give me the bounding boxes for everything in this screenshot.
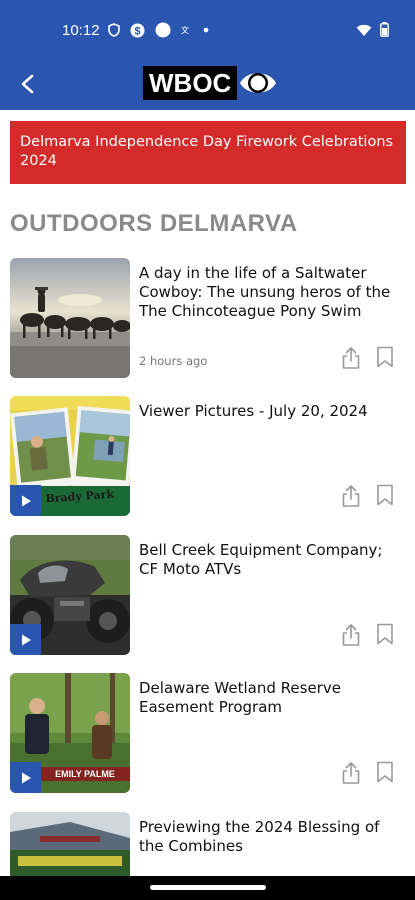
home-gesture-handle[interactable] xyxy=(150,885,266,890)
list-item[interactable]: Bell Creek Equipment Company; CF Moto AT… xyxy=(0,533,415,657)
article-headline[interactable]: A day in the life of a Saltwater Cowboy:… xyxy=(139,264,401,321)
share-icon xyxy=(342,485,360,507)
article-timestamp: 2 hours ago xyxy=(139,354,208,368)
cbs-eye-icon xyxy=(240,73,277,93)
translate-icon: 文 xyxy=(181,24,193,36)
play-icon xyxy=(21,495,31,506)
bookmark-button[interactable] xyxy=(376,484,396,508)
app-bar: WBOC xyxy=(0,58,415,110)
list-item[interactable]: Previewing the 2024 Blessing of the Comb… xyxy=(0,810,415,878)
bookmark-icon xyxy=(377,623,393,645)
alert-banner[interactable]: Delmarva Independence Day Firework Celeb… xyxy=(10,121,406,184)
status-time: 10:12 xyxy=(62,22,100,39)
list-item[interactable]: EMILY PALME Delaware Wetland Reserve Eas… xyxy=(0,671,415,795)
share-button[interactable] xyxy=(341,484,363,508)
article-thumbnail[interactable] xyxy=(10,258,130,378)
status-left-icons: $ 文 xyxy=(108,22,209,38)
section-title: OUTDOORS DELMARVA xyxy=(10,210,298,237)
dot-filled-icon xyxy=(155,22,171,38)
bookmark-button[interactable] xyxy=(376,761,396,785)
small-dot-icon xyxy=(203,27,209,33)
play-icon xyxy=(21,634,31,645)
play-button[interactable] xyxy=(10,485,41,516)
share-icon xyxy=(342,762,360,784)
share-button[interactable] xyxy=(341,623,363,647)
article-headline[interactable]: Viewer Pictures - July 20, 2024 xyxy=(139,402,401,421)
wboc-logo: WBOC xyxy=(143,64,277,102)
wifi-icon xyxy=(356,22,372,41)
bookmark-icon xyxy=(377,484,393,506)
status-bar: 10:12 $ 文 xyxy=(0,0,415,58)
article-headline[interactable]: Bell Creek Equipment Company; CF Moto AT… xyxy=(139,541,401,579)
list-item[interactable]: Brady Park Viewer Pictures - July 20, 20… xyxy=(0,394,415,518)
system-nav-bar xyxy=(0,876,415,900)
share-icon xyxy=(342,624,360,646)
article-thumbnail[interactable] xyxy=(10,812,130,878)
status-right-icons xyxy=(356,22,389,41)
article-thumbnail[interactable]: EMILY PALME xyxy=(10,673,130,793)
article-thumbnail[interactable]: Brady Park xyxy=(10,396,130,516)
bookmark-button[interactable] xyxy=(376,346,396,370)
svg-text:文: 文 xyxy=(181,25,189,35)
bookmark-icon xyxy=(377,346,393,368)
share-button[interactable] xyxy=(341,761,363,785)
play-button[interactable] xyxy=(10,624,41,655)
article-headline[interactable]: Delaware Wetland Reserve Easement Progra… xyxy=(139,679,401,717)
share-icon xyxy=(342,347,360,369)
article-thumbnail[interactable] xyxy=(10,535,130,655)
battery-icon xyxy=(380,22,389,41)
svg-text:$: $ xyxy=(134,25,140,37)
article-headline[interactable]: Previewing the 2024 Blessing of the Comb… xyxy=(139,818,401,856)
share-button[interactable] xyxy=(341,346,363,370)
dollar-circle-icon: $ xyxy=(130,23,145,38)
back-arrow-icon xyxy=(21,74,34,94)
play-button[interactable] xyxy=(10,762,41,793)
bookmark-icon xyxy=(377,761,393,783)
play-icon xyxy=(21,772,31,783)
list-item[interactable]: A day in the life of a Saltwater Cowboy:… xyxy=(0,256,415,380)
back-button[interactable] xyxy=(12,68,44,100)
thumbnail-caption: EMILY PALME xyxy=(55,769,115,779)
shield-icon xyxy=(108,23,120,37)
logo-wordmark: WBOC xyxy=(143,66,238,100)
bookmark-button[interactable] xyxy=(376,623,396,647)
